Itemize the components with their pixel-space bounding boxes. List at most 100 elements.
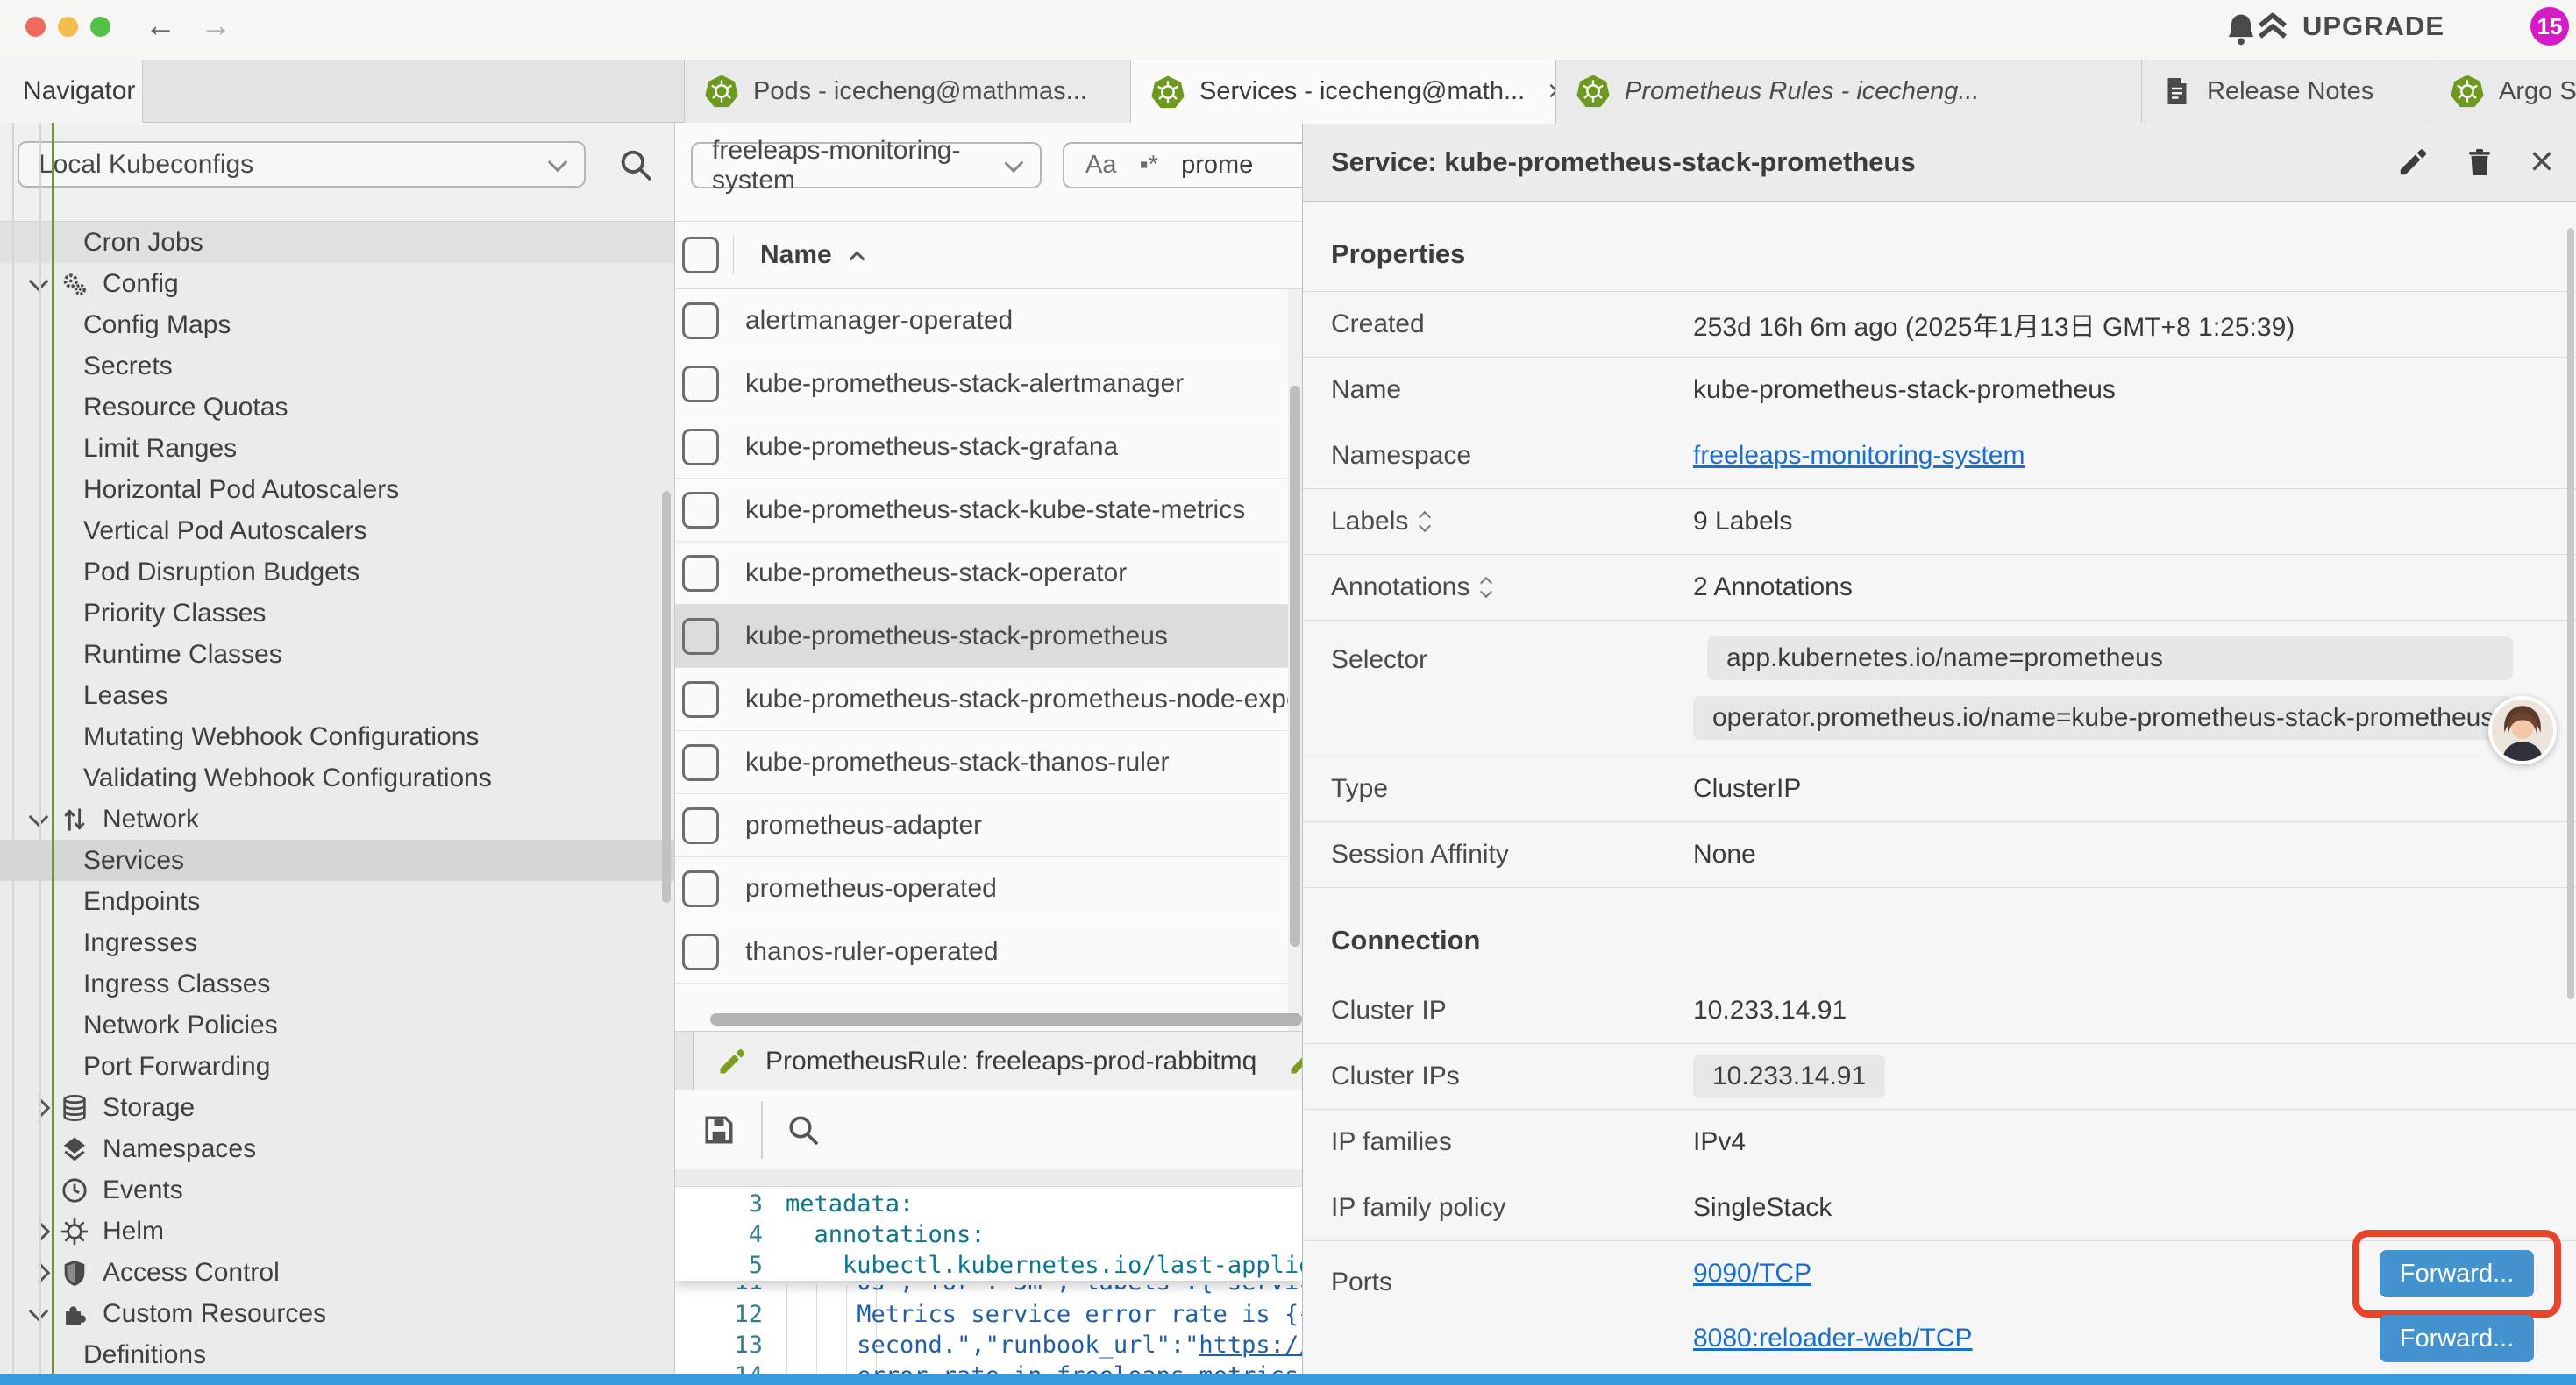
search-icon[interactable]	[786, 1112, 821, 1147]
search-icon[interactable]	[617, 146, 654, 183]
row-checkbox[interactable]	[682, 807, 719, 844]
sidebar-tree-item[interactable]: Secrets	[0, 345, 675, 387]
table-row[interactable]: kube-prometheus-stack-grafana	[675, 416, 1302, 479]
sidebar-tree-item[interactable]: Definitions	[0, 1334, 675, 1375]
back-arrow-icon[interactable]: ←	[145, 7, 176, 44]
sidebar-tree-item[interactable]: Events	[0, 1169, 675, 1211]
tab-pods[interactable]: Pods - icecheng@mathmas...	[684, 60, 1131, 123]
port-link[interactable]: 9090/TCP	[1693, 1259, 1811, 1289]
tab-services[interactable]: Services - icecheng@math... ×	[1131, 60, 1556, 124]
row-checkbox[interactable]	[682, 934, 719, 970]
row-checkbox[interactable]	[682, 870, 719, 907]
match-case-toggle[interactable]: Aa	[1085, 151, 1116, 180]
pencil-icon[interactable]	[1285, 1046, 1302, 1077]
tree-chevron-icon[interactable]	[32, 1225, 58, 1239]
close-icon[interactable]: ×	[2530, 141, 2554, 183]
table-row[interactable]: kube-prometheus-stack-prometheus-node-ex…	[675, 668, 1302, 731]
tab-argo[interactable]: Argo Se	[2430, 60, 2576, 123]
sidebar-tree-item[interactable]: Custom Resources	[0, 1293, 675, 1334]
filter-input[interactable]: Aa ▪* prome	[1063, 142, 1302, 188]
row-checkbox[interactable]	[682, 681, 719, 718]
forward-button[interactable]: Forward...	[2380, 1315, 2534, 1362]
editor-tab-prometheusrule[interactable]: PrometheusRule: freeleaps-prod-rabbitmq	[693, 1032, 1302, 1090]
sidebar-tree-item[interactable]: Leases	[0, 675, 675, 716]
port-link[interactable]: 8080:reloader-web/TCP	[1693, 1324, 1973, 1353]
sidebar-tree-item[interactable]: Port Forwarding	[0, 1046, 675, 1087]
tab-prometheus-rules[interactable]: Prometheus Rules - icecheng...	[1556, 60, 2142, 123]
tree-chevron-icon[interactable]	[32, 1309, 58, 1318]
sidebar-tree-item[interactable]: Validating Webhook Configurations	[0, 757, 675, 799]
table-row[interactable]: prometheus-adapter	[675, 794, 1302, 857]
sidebar-tree-item[interactable]: Storage	[0, 1087, 675, 1128]
table-row[interactable]: prometheus-operated	[675, 857, 1302, 920]
avatar[interactable]	[2488, 696, 2557, 764]
expand-collapse-icon[interactable]	[1420, 513, 1429, 530]
sidebar-tree-item[interactable]: Pod Disruption Budgets	[0, 551, 675, 593]
tree-chevron-icon[interactable]	[32, 279, 58, 288]
row-checkbox[interactable]	[682, 744, 719, 781]
url-link[interactable]: https://net	[1199, 1332, 1302, 1359]
namespace-select[interactable]: freeleaps-monitoring-system	[691, 142, 1042, 188]
expand-collapse-icon[interactable]	[1482, 579, 1491, 596]
table-row[interactable]: kube-prometheus-stack-alertmanager	[675, 352, 1302, 416]
sidebar-tree-item[interactable]: Ingress Classes	[0, 963, 675, 1005]
sidebar-tree-item[interactable]: Endpoints	[0, 881, 675, 922]
table-row[interactable]: kube-prometheus-stack-kube-state-metrics	[675, 479, 1302, 542]
row-checkbox[interactable]	[682, 492, 719, 529]
sidebar-scrollbar[interactable]	[662, 491, 671, 903]
column-header-name[interactable]: Name	[760, 240, 832, 270]
zoom-window-button[interactable]	[90, 17, 110, 37]
sidebar-tree-item[interactable]: Horizontal Pod Autoscalers	[0, 469, 675, 510]
close-window-button[interactable]	[25, 17, 46, 37]
table-row[interactable]: kube-prometheus-stack-thanos-ruler	[675, 731, 1302, 794]
sidebar-tree-item[interactable]: Ingresses	[0, 922, 675, 963]
tree-chevron-icon[interactable]	[32, 1101, 58, 1115]
row-checkbox[interactable]	[682, 618, 719, 655]
save-icon[interactable]	[700, 1111, 738, 1149]
sidebar-tree-item[interactable]: Resource Quotas	[0, 387, 675, 428]
sidebar-tree-item[interactable]: Priority Classes	[0, 593, 675, 634]
sidebar-tree-item[interactable]: Services	[0, 840, 675, 881]
table-row[interactable]: alertmanager-operated	[675, 289, 1302, 352]
sidebar-tree-item[interactable]: Access Control	[0, 1252, 675, 1293]
sidebar-tree-item[interactable]: Limit Ranges	[0, 428, 675, 469]
table-scrollbar-thumb[interactable]	[1290, 386, 1300, 947]
sidebar-tree-item[interactable]: Helm	[0, 1211, 675, 1252]
row-checkbox[interactable]	[682, 302, 719, 339]
minimize-window-button[interactable]	[58, 17, 78, 37]
close-tab-icon[interactable]: ×	[1548, 75, 1556, 109]
select-all-checkbox[interactable]	[682, 237, 719, 273]
tree-chevron-icon[interactable]	[32, 1266, 58, 1280]
sidebar-tree-item[interactable]: Namespaces	[0, 1128, 675, 1169]
edit-icon[interactable]	[2396, 146, 2430, 179]
tree-chevron-icon[interactable]	[32, 814, 58, 824]
sidebar-tree-item[interactable]: Network	[0, 799, 675, 840]
table-row[interactable]: thanos-ruler-operated	[675, 920, 1302, 984]
row-checkbox[interactable]	[682, 429, 719, 465]
kubeconfig-select[interactable]: Local Kubeconfigs	[18, 141, 586, 188]
tab-navigator[interactable]: Navigator	[0, 60, 143, 123]
sort-ascending-icon[interactable]	[849, 251, 865, 266]
row-checkbox[interactable]	[682, 366, 719, 402]
horizontal-scrollbar-thumb[interactable]	[710, 1013, 1302, 1026]
regex-toggle[interactable]: ▪*	[1139, 151, 1158, 180]
sidebar-tree-item[interactable]: Config	[0, 263, 675, 304]
sidebar-tree-item[interactable]: Config Maps	[0, 304, 675, 345]
tab-release-notes[interactable]: Release Notes	[2142, 60, 2430, 123]
namespace-link[interactable]: freeleaps-monitoring-system	[1693, 441, 2025, 471]
upgrade-button[interactable]: UPGRADE	[2255, 9, 2444, 44]
table-row[interactable]: kube-prometheus-stack-operator	[675, 542, 1302, 605]
row-checkbox[interactable]	[682, 555, 719, 592]
sidebar-tree-item[interactable]: Mutating Webhook Configurations	[0, 716, 675, 757]
yaml-editor[interactable]: 11 0s","for":"5m","labels":{"service": 1…	[675, 1187, 1302, 1385]
sidebar-tree-item[interactable]: Network Policies	[0, 1005, 675, 1046]
sidebar-tree-item[interactable]: Runtime Classes	[0, 634, 675, 675]
panel-scrollbar-thumb[interactable]	[2567, 228, 2574, 999]
sidebar-tree-item[interactable]: Vertical Pod Autoscalers	[0, 510, 675, 551]
notification-count-badge[interactable]: 15	[2530, 7, 2569, 46]
table-row[interactable]: kube-prometheus-stack-prometheus	[675, 605, 1302, 668]
forward-button[interactable]: Forward...	[2380, 1250, 2534, 1297]
sidebar-tree-item[interactable]: Cron Jobs	[0, 222, 675, 263]
trash-icon[interactable]	[2463, 146, 2496, 179]
filter-query[interactable]: prome	[1181, 151, 1253, 180]
